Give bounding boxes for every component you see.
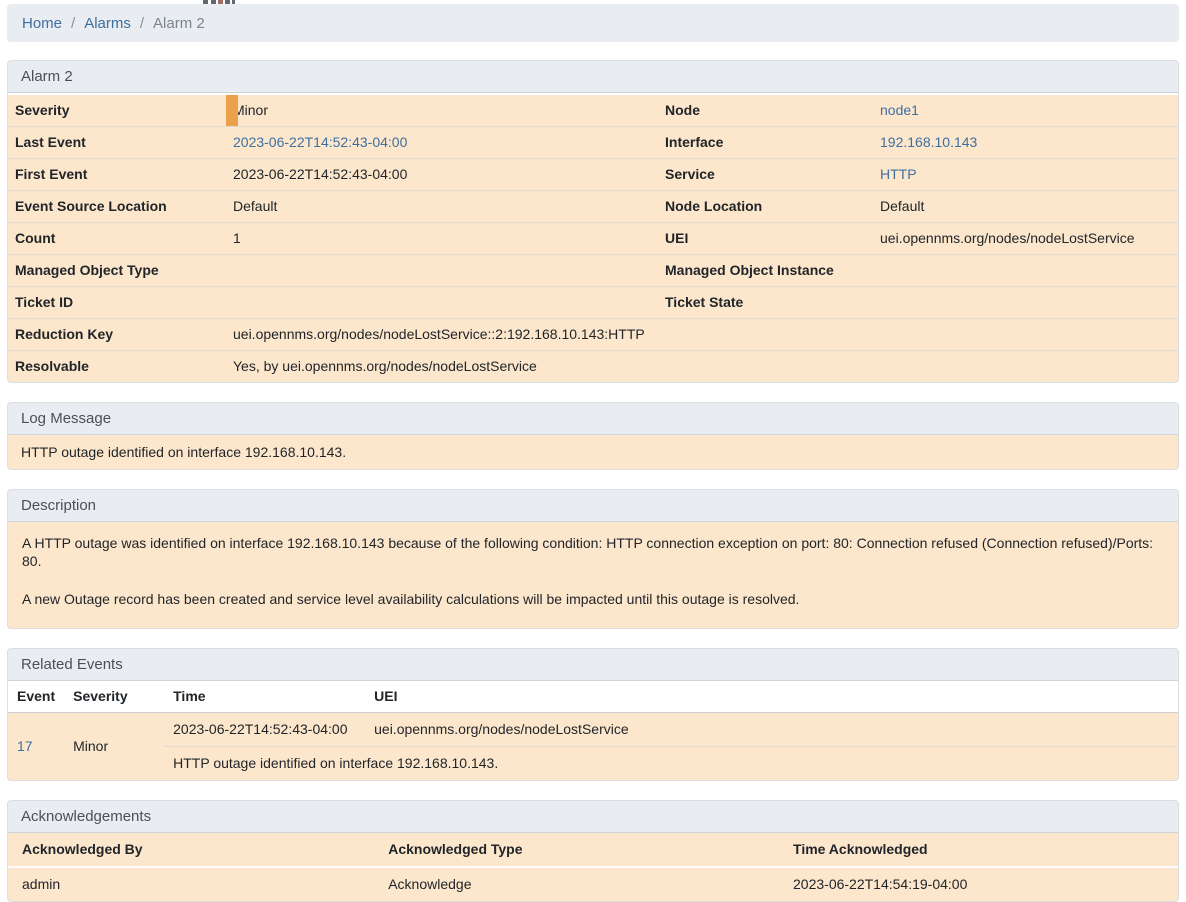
severity-value-cell: Minor bbox=[226, 94, 658, 127]
column-header-severity: Severity bbox=[64, 681, 164, 713]
table-row-resolvable: Resolvable Yes, by uei.opennms.org/nodes… bbox=[8, 351, 1178, 383]
event-time-value: 2023-06-22T14:52:43-04:00 bbox=[164, 713, 365, 747]
column-header-uei: UEI bbox=[365, 681, 1178, 713]
first-event-label: First Event bbox=[8, 159, 226, 191]
acknowledgements-panel: Acknowledgements Acknowledged By Acknowl… bbox=[7, 800, 1179, 902]
description-body: A HTTP outage was identified on interfac… bbox=[8, 522, 1178, 608]
time-acknowledged-value: 2023-06-22T14:54:19-04:00 bbox=[779, 867, 1178, 901]
related-events-panel-title: Related Events bbox=[8, 649, 1178, 681]
related-events-header-row: Event Severity Time UEI bbox=[8, 681, 1178, 713]
count-label: Count bbox=[8, 223, 226, 255]
column-header-acknowledged-by: Acknowledged By bbox=[8, 833, 374, 867]
managed-object-instance-value bbox=[873, 255, 1178, 287]
node-link[interactable]: node1 bbox=[880, 102, 919, 118]
first-event-value: 2023-06-22T14:52:43-04:00 bbox=[226, 159, 658, 191]
acknowledgements-header-row: Acknowledged By Acknowledged Type Time A… bbox=[8, 833, 1178, 867]
last-event-value-cell: 2023-06-22T14:52:43-04:00 bbox=[226, 127, 658, 159]
reduction-key-value: uei.opennms.org/nodes/nodeLostService::2… bbox=[226, 319, 1178, 351]
node-location-label: Node Location bbox=[658, 191, 873, 223]
node-location-value: Default bbox=[873, 191, 1178, 223]
table-row-event-message: HTTP outage identified on interface 192.… bbox=[8, 747, 1178, 781]
description-panel: Description A HTTP outage was identified… bbox=[7, 489, 1179, 629]
interface-value-cell: 192.168.10.143 bbox=[873, 127, 1178, 159]
alarm-details-table: Severity Minor Node node1 Last Event 202… bbox=[8, 93, 1178, 382]
cutoff-navbar-fragment bbox=[203, 0, 235, 4]
managed-object-type-value bbox=[226, 255, 658, 287]
event-source-location-value: Default bbox=[226, 191, 658, 223]
breadcrumb-separator: / bbox=[71, 15, 75, 32]
table-row-severity: Severity Minor Node node1 bbox=[8, 94, 1178, 127]
page-content: Home / Alarms / Alarm 2 Alarm 2 Severity… bbox=[0, 0, 1186, 902]
event-uei-value: uei.opennms.org/nodes/nodeLostService bbox=[365, 713, 1178, 747]
log-message-panel: Log Message HTTP outage identified on in… bbox=[7, 402, 1179, 470]
ticket-state-label: Ticket State bbox=[658, 287, 873, 319]
service-value-cell: HTTP bbox=[873, 159, 1178, 191]
last-event-link[interactable]: 2023-06-22T14:52:43-04:00 bbox=[233, 134, 407, 150]
uei-value: uei.opennms.org/nodes/nodeLostService bbox=[873, 223, 1178, 255]
table-row-managed-object-type: Managed Object Type Managed Object Insta… bbox=[8, 255, 1178, 287]
table-row-last-event: Last Event 2023-06-22T14:52:43-04:00 Int… bbox=[8, 127, 1178, 159]
node-label: Node bbox=[658, 94, 873, 127]
breadcrumb-current-page: Alarm 2 bbox=[153, 15, 205, 32]
table-row-ticket-id: Ticket ID Ticket State bbox=[8, 287, 1178, 319]
event-log-message: HTTP outage identified on interface 192.… bbox=[164, 747, 1178, 781]
reduction-key-label: Reduction Key bbox=[8, 319, 226, 351]
acknowledgements-table: Acknowledged By Acknowledged Type Time A… bbox=[8, 833, 1178, 901]
acknowledged-by-value: admin bbox=[8, 867, 374, 901]
interface-label: Interface bbox=[658, 127, 873, 159]
breadcrumb-alarms-link[interactable]: Alarms bbox=[84, 15, 131, 32]
table-row-count: Count 1 UEI uei.opennms.org/nodes/nodeLo… bbox=[8, 223, 1178, 255]
severity-color-bar bbox=[226, 95, 238, 126]
ticket-state-value bbox=[873, 287, 1178, 319]
breadcrumb-separator: / bbox=[140, 15, 144, 32]
last-event-label: Last Event bbox=[8, 127, 226, 159]
event-severity-value: Minor bbox=[64, 713, 164, 781]
count-value: 1 bbox=[226, 223, 658, 255]
column-header-event: Event bbox=[8, 681, 64, 713]
log-message-text: HTTP outage identified on interface 192.… bbox=[8, 435, 1178, 469]
ticket-id-value bbox=[226, 287, 658, 319]
breadcrumb: Home / Alarms / Alarm 2 bbox=[7, 4, 1179, 42]
managed-object-instance-label: Managed Object Instance bbox=[658, 255, 873, 287]
managed-object-type-label: Managed Object Type bbox=[8, 255, 226, 287]
table-row-event: 17 Minor 2023-06-22T14:52:43-04:00 uei.o… bbox=[8, 713, 1178, 747]
related-events-table: Event Severity Time UEI 17 Minor 2023-06… bbox=[8, 681, 1178, 780]
log-message-panel-title: Log Message bbox=[8, 403, 1178, 435]
alarm-details-panel: Alarm 2 Severity Minor Node node1 Last E… bbox=[7, 60, 1179, 383]
severity-label: Severity bbox=[8, 94, 226, 127]
ticket-id-label: Ticket ID bbox=[8, 287, 226, 319]
resolvable-label: Resolvable bbox=[8, 351, 226, 383]
service-link[interactable]: HTTP bbox=[880, 166, 917, 182]
uei-label: UEI bbox=[658, 223, 873, 255]
severity-value: Minor bbox=[233, 102, 268, 118]
acknowledgements-panel-title: Acknowledgements bbox=[8, 801, 1178, 833]
event-id-link[interactable]: 17 bbox=[17, 738, 33, 754]
acknowledged-type-value: Acknowledge bbox=[374, 867, 779, 901]
column-header-time-acknowledged: Time Acknowledged bbox=[779, 833, 1178, 867]
resolvable-value: Yes, by uei.opennms.org/nodes/nodeLostSe… bbox=[226, 351, 1178, 383]
alarm-panel-title: Alarm 2 bbox=[8, 61, 1178, 93]
description-paragraph: A HTTP outage was identified on interfac… bbox=[22, 534, 1164, 570]
column-header-acknowledged-type: Acknowledged Type bbox=[374, 833, 779, 867]
table-row-acknowledgement: admin Acknowledge 2023-06-22T14:54:19-04… bbox=[8, 867, 1178, 901]
column-header-time: Time bbox=[164, 681, 365, 713]
service-label: Service bbox=[658, 159, 873, 191]
node-value-cell: node1 bbox=[873, 94, 1178, 127]
breadcrumb-home-link[interactable]: Home bbox=[22, 15, 62, 32]
table-row-event-source-location: Event Source Location Default Node Locat… bbox=[8, 191, 1178, 223]
interface-link[interactable]: 192.168.10.143 bbox=[880, 134, 977, 150]
event-source-location-label: Event Source Location bbox=[8, 191, 226, 223]
table-row-reduction-key: Reduction Key uei.opennms.org/nodes/node… bbox=[8, 319, 1178, 351]
description-panel-title: Description bbox=[8, 490, 1178, 522]
table-row-first-event: First Event 2023-06-22T14:52:43-04:00 Se… bbox=[8, 159, 1178, 191]
event-id-cell: 17 bbox=[8, 713, 64, 781]
description-paragraph: A new Outage record has been created and… bbox=[22, 590, 1164, 608]
related-events-panel: Related Events Event Severity Time UEI 1… bbox=[7, 648, 1179, 781]
